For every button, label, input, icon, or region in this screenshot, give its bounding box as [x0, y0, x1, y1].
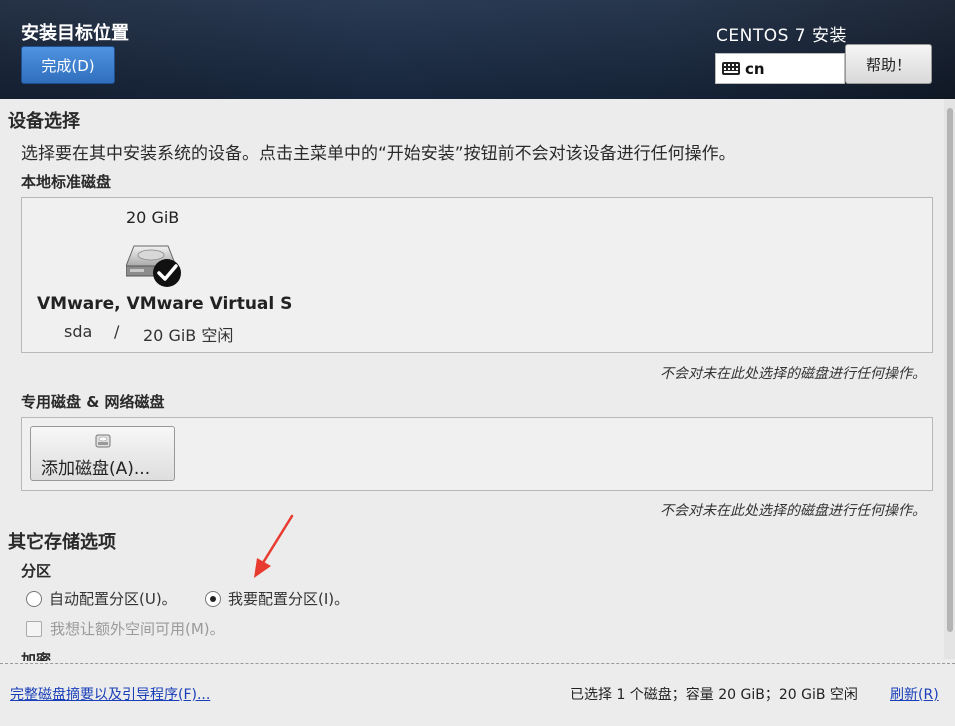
annotation-arrow-icon — [254, 514, 294, 578]
extra-space-option[interactable]: 我想让额外空间可用(M)。 — [26, 618, 225, 639]
local-disks-panel: 20 GiB VMware, VMware Virtual S sda / 20… — [21, 197, 933, 353]
special-disks-panel: 添加磁盘(A)... — [21, 417, 933, 491]
keyboard-layout-label: cn — [745, 59, 765, 78]
auto-partition-label: 自动配置分区(U)。 — [49, 590, 177, 608]
manual-partition-option[interactable]: 我要配置分区(I)。 — [205, 588, 349, 609]
disk-icon — [95, 434, 111, 448]
encryption-title: 加密 — [21, 651, 52, 661]
partition-title: 分区 — [21, 562, 52, 580]
special-disks-note: 不会对未在此处选择的磁盘进行任何操作。 — [660, 503, 926, 519]
product-title: CENTOS 7 安装 — [716, 26, 848, 46]
disk-device: sda — [64, 322, 93, 341]
device-selection-title: 设备选择 — [8, 111, 80, 132]
page-title: 安装目标位置 — [21, 23, 129, 44]
local-disks-note: 不会对未在此处选择的磁盘进行任何操作。 — [660, 366, 926, 382]
extra-space-checkbox[interactable] — [26, 620, 42, 637]
done-button[interactable]: 完成(D) — [21, 46, 115, 84]
footer-divider — [0, 663, 955, 664]
header-bar — [0, 0, 955, 99]
disk-size: 20 GiB — [126, 208, 180, 227]
scrollbar-thumb[interactable] — [947, 108, 953, 632]
manual-partition-label: 我要配置分区(I)。 — [228, 590, 350, 608]
add-disk-label: 添加磁盘(A)... — [41, 459, 151, 479]
selection-status: 已选择 1 个磁盘；容量 20 GiB；20 GiB 空闲 — [570, 687, 858, 703]
installer-window: 安装目标位置 完成(D) CENTOS 7 安装 cn 帮助！ 设备选择 选择要… — [0, 0, 955, 726]
extra-space-label: 我想让额外空间可用(M)。 — [50, 620, 225, 638]
device-selection-description: 选择要在其中安装系统的设备。点击主菜单中的“开始安装”按钮前不会对该设备进行任何… — [21, 144, 736, 164]
refresh-link[interactable]: 刷新(R) — [890, 684, 939, 704]
disk-separator: / — [114, 322, 120, 341]
disk-free-space: 20 GiB 空闲 — [143, 326, 234, 345]
disk-item-sda[interactable]: 20 GiB VMware, VMware Virtual S sda / 20… — [22, 198, 292, 348]
special-disks-title: 专用磁盘 & 网络磁盘 — [21, 393, 165, 411]
help-button[interactable]: 帮助！ — [845, 44, 932, 84]
other-storage-title: 其它存储选项 — [8, 532, 116, 553]
manual-partition-radio[interactable] — [205, 590, 221, 607]
disk-summary-link[interactable]: 完整磁盘摘要以及引导程序(F)... — [10, 684, 210, 704]
hard-disk-selected-icon — [126, 245, 181, 287]
disk-name: VMware, VMware Virtual S — [37, 294, 293, 314]
add-disk-button[interactable]: 添加磁盘(A)... — [30, 426, 175, 481]
local-disks-title: 本地标准磁盘 — [21, 173, 112, 191]
keyboard-icon — [722, 62, 740, 75]
auto-partition-radio[interactable] — [26, 590, 42, 607]
auto-partition-option[interactable]: 自动配置分区(U)。 — [26, 588, 177, 609]
keyboard-layout-indicator[interactable]: cn — [715, 53, 845, 84]
